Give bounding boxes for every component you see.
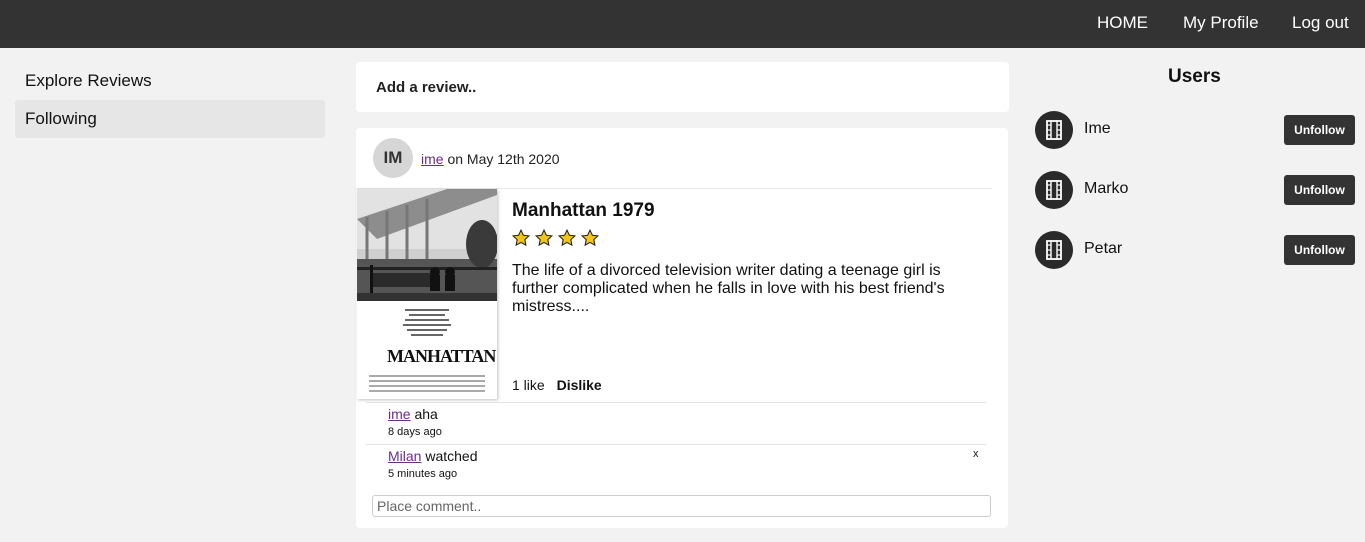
top-navbar: HOME My Profile Log out [0,0,1365,48]
movie-poster: MANHATTAN [357,189,497,399]
user-name[interactable]: Ime [1084,120,1111,138]
comment-item: Milan watched 5 minutes ago [388,448,478,480]
add-review-box[interactable]: Add a review.. [356,62,1009,112]
user-row: Ime Unfollow [1035,111,1357,149]
dislike-button[interactable]: Dislike [557,377,602,393]
user-row: Marko Unfollow [1035,171,1357,209]
film-icon [1035,231,1073,269]
user-name[interactable]: Marko [1084,180,1128,198]
comment-time: 8 days ago [388,426,442,438]
movie-title: Manhattan 1979 [512,200,655,221]
user-name[interactable]: Petar [1084,240,1122,258]
rating-stars [512,229,599,247]
divider [366,444,986,445]
review-byline: ime on May 12th 2020 [421,151,560,167]
reaction-bar: 1 like Dislike [512,377,602,393]
comment-item: ime aha 8 days ago [388,406,442,438]
unfollow-button[interactable]: Unfollow [1284,235,1355,265]
like-count[interactable]: 1 like [512,377,545,393]
comment-text: watched [425,448,478,464]
review-author-link[interactable]: ime [421,151,444,167]
film-icon [1035,111,1073,149]
nav-logout-link[interactable]: Log out [1292,13,1349,33]
unfollow-button[interactable]: Unfollow [1284,115,1355,145]
star-icon [581,229,599,247]
star-icon [512,229,530,247]
comment-author-link[interactable]: ime [388,406,411,422]
star-icon [558,229,576,247]
comment-input[interactable] [372,495,991,517]
comment-time: 5 minutes ago [388,468,458,480]
movie-description: The life of a divorced television writer… [512,262,945,315]
nav-home-link[interactable]: HOME [1097,13,1148,33]
review-date: on May 12th 2020 [447,151,560,167]
poster-image [357,189,497,399]
add-review-label: Add a review.. [376,79,477,96]
comment-text: aha [414,406,438,422]
star-icon [535,229,553,247]
user-row: Petar Unfollow [1035,231,1357,269]
review-card: IM ime on May 12th 2020 MANHATTAN Manhat… [356,128,1008,528]
unfollow-button[interactable]: Unfollow [1284,175,1355,205]
film-icon [1035,171,1073,209]
sidebar-item-following[interactable]: Following [15,100,325,138]
poster-title-text: MANHATTAN [387,346,496,366]
sidebar: Explore Reviews Following [15,62,325,138]
sidebar-item-explore-reviews[interactable]: Explore Reviews [15,62,325,100]
users-title: Users [1168,66,1221,87]
nav-my-profile-link[interactable]: My Profile [1183,13,1259,33]
avatar: IM [373,138,413,178]
divider [366,402,986,403]
delete-comment-button[interactable]: x [973,448,979,460]
comment-author-link[interactable]: Milan [388,448,421,464]
